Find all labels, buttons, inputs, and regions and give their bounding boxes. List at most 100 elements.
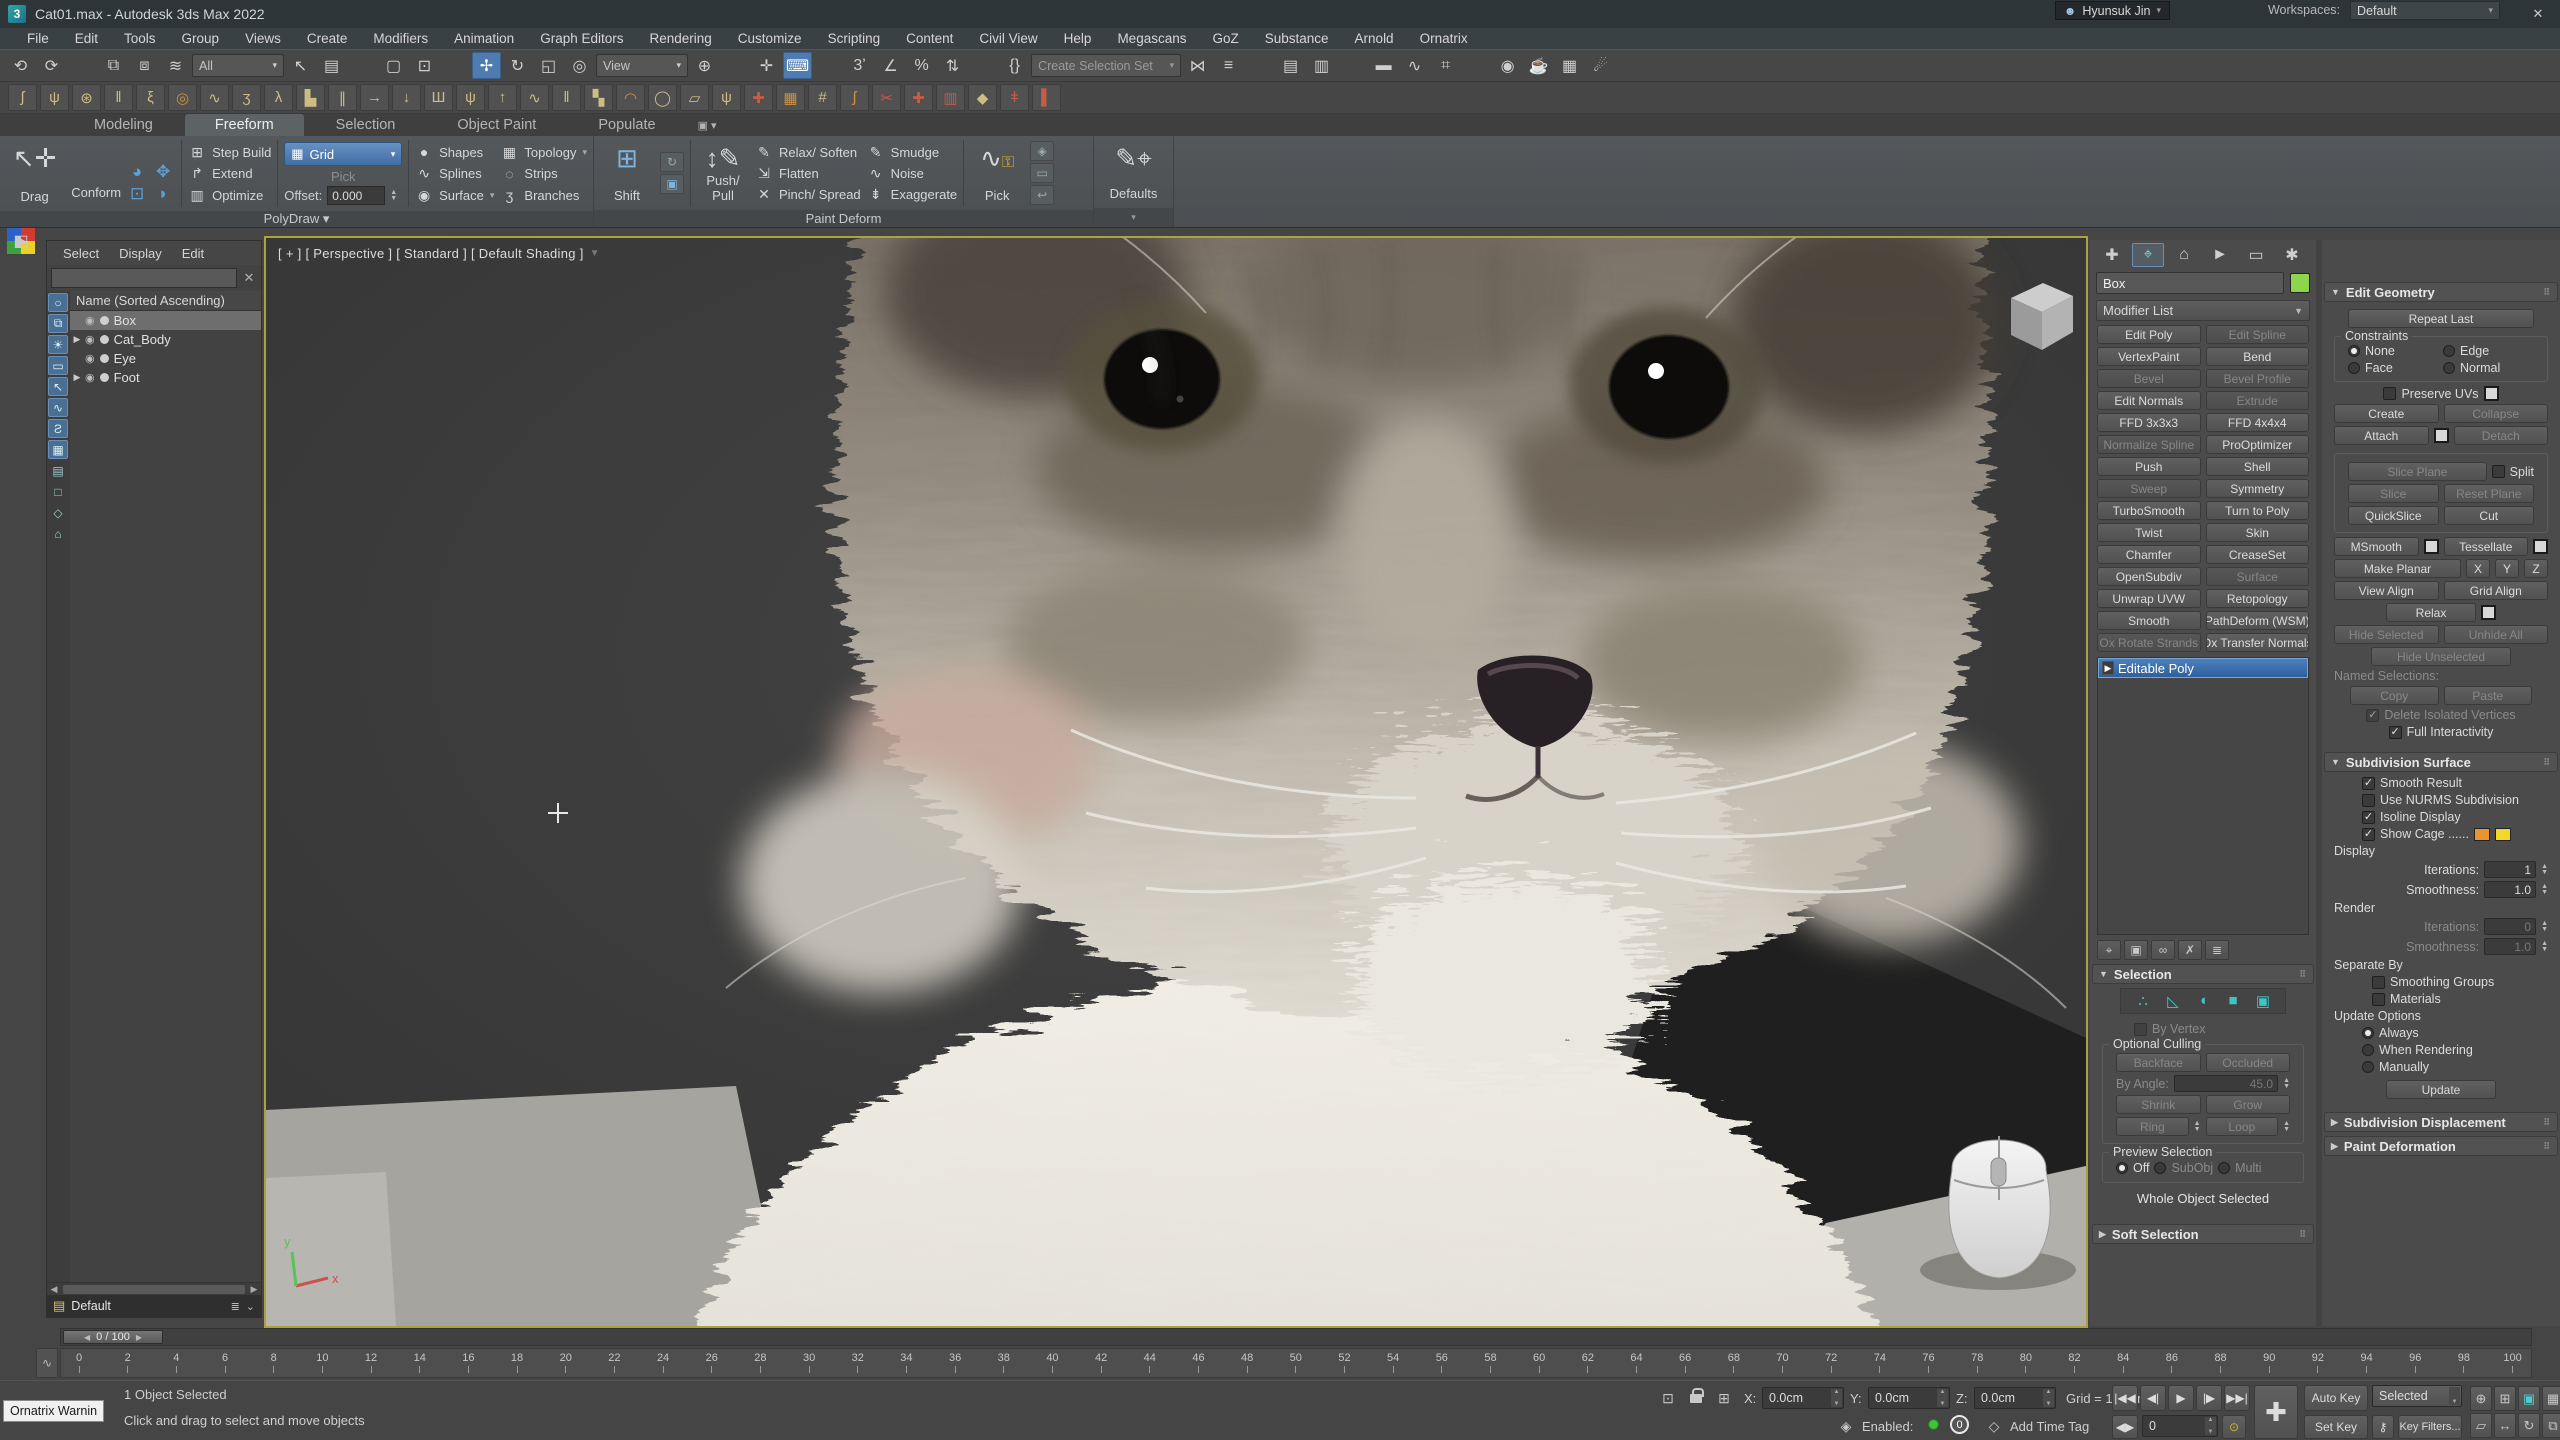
value-spinner[interactable]: ▲▼: [2541, 941, 2548, 953]
menu-item[interactable]: Ornatrix: [1407, 28, 1481, 49]
explorer-filter-icon[interactable]: ☀: [48, 335, 68, 354]
explorer-filter-icon[interactable]: ▭: [48, 356, 68, 375]
toolbar-icon[interactable]: ⧉: [99, 52, 128, 79]
stack-tool-icon[interactable]: ✗: [2178, 940, 2202, 960]
subobject-icon[interactable]: ◺: [2162, 992, 2184, 1010]
slice-plane-button[interactable]: Slice Plane: [2348, 462, 2487, 481]
toolbar-icon[interactable]: ⋈: [1183, 52, 1212, 79]
workspace-dropdown[interactable]: Default ▾: [2350, 1, 2500, 20]
visibility-eye-icon[interactable]: ◉: [85, 371, 95, 384]
ribbon-tab[interactable]: Selection: [306, 114, 426, 136]
ornatrix-tool-icon[interactable]: ǁ: [104, 84, 133, 111]
modifier-button[interactable]: ProOptimizer: [2206, 435, 2310, 454]
playback-button[interactable]: ◀|: [2140, 1385, 2166, 1411]
user-account-button[interactable]: ☻ Hyunsuk Jin ▾: [2055, 1, 2170, 20]
split-checkbox[interactable]: Split: [2492, 465, 2534, 479]
explorer-search-input[interactable]: [51, 268, 237, 288]
modifier-button[interactable]: Turn to Poly: [2206, 501, 2310, 520]
by-angle-spinner[interactable]: ▲▼: [2283, 1078, 2290, 1090]
explorer-filter-icon[interactable]: ○: [48, 293, 68, 312]
pick-surface-button[interactable]: Pick: [284, 166, 402, 186]
menu-item[interactable]: Customize: [725, 28, 815, 49]
unhide-all-button[interactable]: Unhide All: [2444, 625, 2549, 644]
ornatrix-tool-icon[interactable]: ǂ: [1000, 84, 1029, 111]
constraint-radio[interactable]: Edge: [2443, 344, 2534, 358]
push-pull-button[interactable]: ↕✎ Push/ Pull: [697, 140, 749, 206]
separate-by-checkbox[interactable]: Smoothing Groups: [2372, 975, 2556, 989]
explorer-menu-item[interactable]: Select: [55, 246, 107, 261]
make-planar-button[interactable]: Make Planar: [2334, 559, 2461, 578]
update-button[interactable]: Update: [2386, 1080, 2496, 1099]
toolbar-icon[interactable]: ≋: [161, 52, 190, 79]
grid-conform-dropdown[interactable]: ▦Grid▾: [284, 142, 402, 166]
polydraw-tool[interactable]: ▥Optimize▾: [188, 185, 271, 205]
modifier-button[interactable]: VertexPaint: [2097, 347, 2201, 366]
ribbon-tab[interactable]: Object Paint: [427, 114, 566, 136]
command-panel-tab[interactable]: ✱: [2276, 243, 2308, 267]
subdivision-checkbox[interactable]: Smooth Result: [2362, 776, 2556, 790]
explorer-filter-icon[interactable]: □: [48, 482, 68, 501]
command-panel-tab[interactable]: ⌂: [2168, 243, 2200, 267]
ornatrix-tool-icon[interactable]: ▦: [776, 84, 805, 111]
menu-item[interactable]: Views: [232, 28, 294, 49]
toolbar-icon[interactable]: [969, 52, 998, 79]
paint-deform-tool[interactable]: ⇲Flatten: [755, 163, 861, 183]
subdivision-checkbox[interactable]: Isoline Display: [2362, 810, 2556, 824]
viewport-nav-icon[interactable]: ⊕: [2470, 1386, 2492, 1411]
menu-item[interactable]: Scripting: [815, 28, 894, 49]
explorer-filter-icon[interactable]: ∿: [48, 398, 68, 417]
explorer-filter-icon[interactable]: ⌂: [48, 524, 68, 543]
paint-deform-tool[interactable]: ⇟Exaggerate: [867, 184, 958, 204]
planar-y-button[interactable]: Y: [2495, 559, 2519, 578]
toolbar-icon[interactable]: ◱: [534, 52, 563, 79]
toolbar-icon[interactable]: ∿: [1400, 52, 1429, 79]
viewport-nav-icon[interactable]: ↻: [2518, 1413, 2540, 1438]
value-field[interactable]: 1.0: [2484, 938, 2536, 955]
relax-settings-button[interactable]: [2481, 605, 2496, 620]
command-panel-tab[interactable]: ►: [2204, 243, 2236, 267]
backface-button[interactable]: Backface: [2116, 1053, 2201, 1072]
toolbar-icon[interactable]: ▤: [317, 52, 346, 79]
layer-menu-icon[interactable]: ≣: [231, 1300, 240, 1313]
ornatrix-tool-icon[interactable]: ◆: [968, 84, 997, 111]
transform-typein-icon[interactable]: ⊞: [1712, 1386, 1736, 1410]
explorer-menu-item[interactable]: Edit: [174, 246, 212, 261]
grid-align-button[interactable]: Grid Align: [2444, 581, 2549, 600]
repeat-last-button[interactable]: Repeat Last: [2348, 309, 2534, 328]
modifier-button[interactable]: Ox Transfer Normals: [2206, 633, 2310, 652]
toolbar-icon[interactable]: ∠: [876, 52, 905, 79]
toolbar-icon[interactable]: [68, 52, 97, 79]
ornatrix-tool-icon[interactable]: Ш: [424, 84, 453, 111]
current-frame-field[interactable]: 0▲▼: [2142, 1415, 2218, 1437]
by-vertex-checkbox[interactable]: By Vertex: [2134, 1022, 2206, 1036]
show-cage-checkbox[interactable]: Show Cage ......: [2362, 827, 2469, 841]
viewport-menu-icon[interactable]: ▼: [590, 248, 600, 259]
hide-unselected-button[interactable]: Hide Unselected: [2371, 647, 2511, 666]
shift-rotate-icon[interactable]: ↻: [660, 152, 684, 172]
loop-spinner[interactable]: ▲▼: [2283, 1121, 2290, 1133]
toolbar-icon[interactable]: [1245, 52, 1274, 79]
ornatrix-tool-icon[interactable]: →: [360, 84, 389, 111]
copy-button[interactable]: Copy: [2350, 686, 2439, 705]
menu-item[interactable]: Megascans: [1104, 28, 1199, 49]
modifier-button[interactable]: Ox Rotate Strands: [2097, 633, 2201, 652]
visibility-eye-icon[interactable]: ◉: [85, 314, 95, 327]
slice-button[interactable]: Slice: [2348, 484, 2439, 503]
shift-button[interactable]: ⊞ Shift: [600, 140, 654, 206]
layer-dropdown-icon[interactable]: ⌄: [246, 1300, 255, 1313]
modifier-button[interactable]: Chamfer: [2097, 545, 2201, 564]
ornatrix-tool-icon[interactable]: ◠: [616, 84, 645, 111]
close-button[interactable]: ✕: [2516, 0, 2560, 28]
hide-selected-button[interactable]: Hide Selected: [2334, 625, 2439, 644]
modifier-button[interactable]: Sweep: [2097, 479, 2201, 498]
preview-selection-radio[interactable]: Off: [2116, 1161, 2149, 1175]
toolbar-icon[interactable]: [814, 52, 843, 79]
toolbar-icon[interactable]: ⌗: [1431, 52, 1460, 79]
z-coordinate-field[interactable]: 0.0cm▲▼: [1974, 1387, 2056, 1409]
modifier-button[interactable]: FFD 4x4x4: [2206, 413, 2310, 432]
value-spinner[interactable]: ▲▼: [2541, 864, 2548, 876]
clear-search-icon[interactable]: ✕: [241, 270, 257, 286]
preserve-uvs-checkbox[interactable]: Preserve UVs: [2383, 387, 2478, 401]
menu-item[interactable]: Tools: [111, 28, 169, 49]
quickslice-button[interactable]: QuickSlice: [2348, 506, 2439, 525]
